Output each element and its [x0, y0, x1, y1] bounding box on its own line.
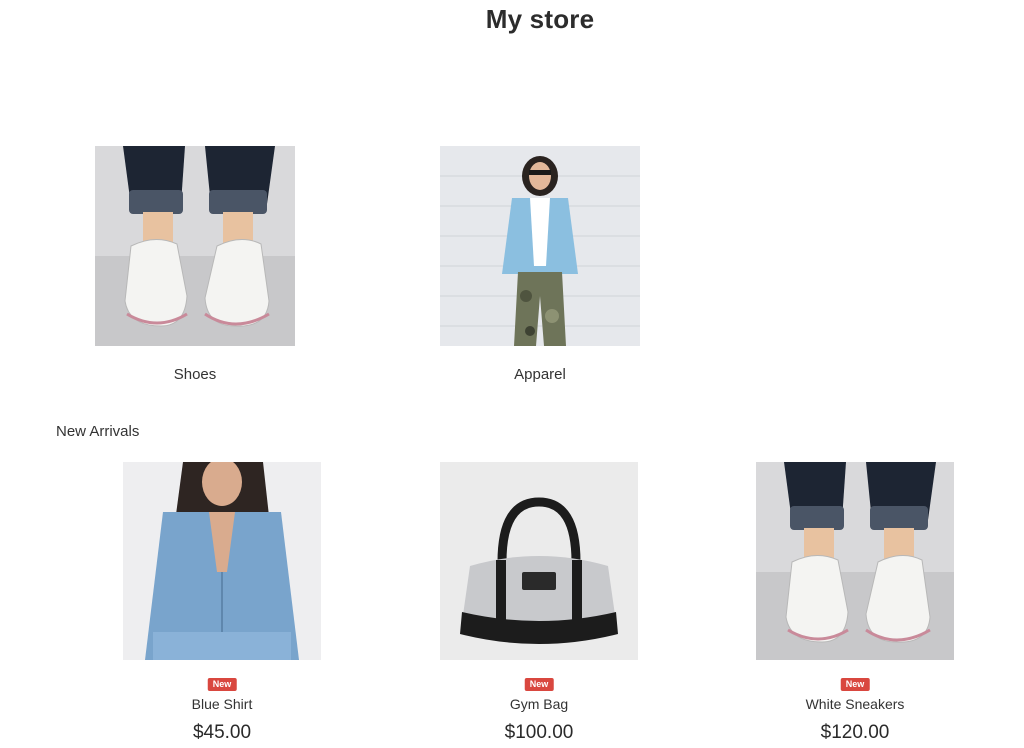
- product-name[interactable]: Blue Shirt: [123, 696, 321, 712]
- white-sneakers-photo[interactable]: [756, 462, 954, 660]
- new-badge: New: [840, 678, 870, 691]
- new-badge: New: [524, 678, 554, 691]
- product-name[interactable]: Gym Bag: [440, 696, 638, 712]
- category-label-apparel[interactable]: Apparel: [440, 366, 640, 383]
- product-card-white-sneakers[interactable]: New White Sneakers $120.00: [756, 462, 954, 743]
- product-card-gym-bag[interactable]: New Gym Bag $100.00: [440, 462, 638, 743]
- page-title: My store: [485, 4, 595, 34]
- category-label-shoes[interactable]: Shoes: [95, 366, 295, 383]
- apparel-photo[interactable]: [440, 146, 640, 346]
- gym-bag-photo[interactable]: [440, 462, 638, 660]
- store-page: My store Shoes Apparel New Arrivals New …: [0, 0, 1024, 748]
- category-card-shoes[interactable]: Shoes: [95, 146, 295, 383]
- category-card-apparel[interactable]: Apparel: [440, 146, 640, 383]
- product-name[interactable]: White Sneakers: [756, 696, 954, 712]
- product-price: $100.00: [504, 722, 574, 743]
- product-price: $120.00: [820, 722, 890, 743]
- blue-shirt-photo[interactable]: [123, 462, 321, 660]
- shoes-photo[interactable]: [95, 146, 295, 346]
- product-price: $45.00: [192, 722, 252, 743]
- product-card-blue-shirt[interactable]: New Blue Shirt $45.00: [123, 462, 321, 743]
- new-arrivals-heading: New Arrivals: [56, 423, 140, 440]
- new-badge: New: [207, 678, 237, 691]
